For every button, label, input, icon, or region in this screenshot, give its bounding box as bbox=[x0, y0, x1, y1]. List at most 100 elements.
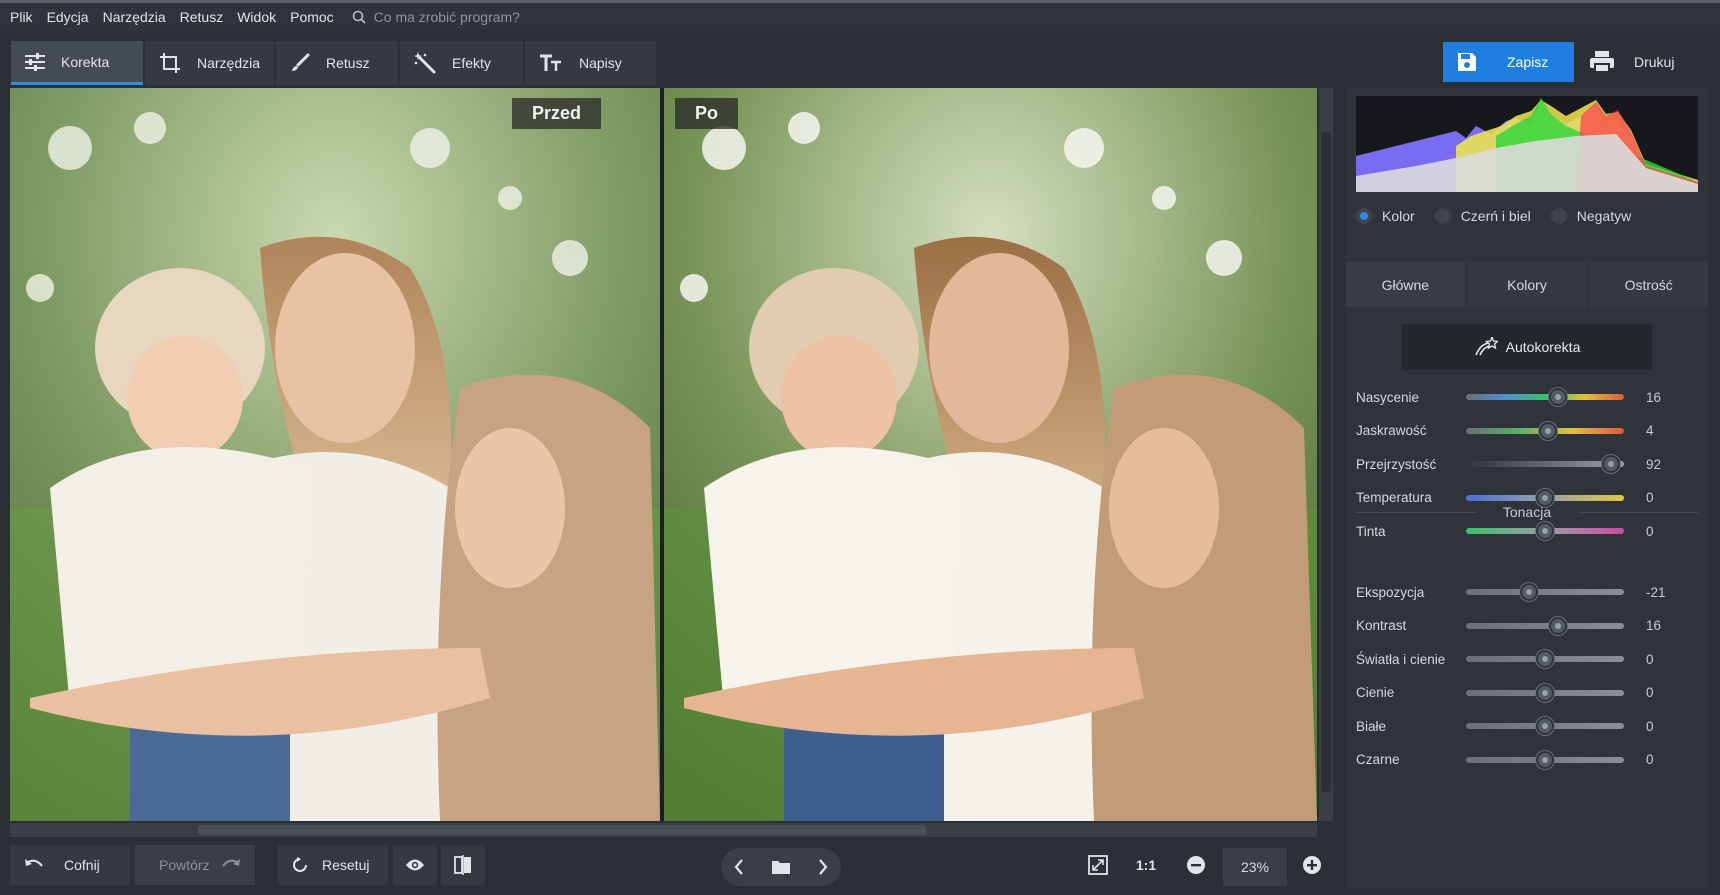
search-icon bbox=[352, 10, 366, 24]
horizontal-scroll-thumb[interactable] bbox=[198, 825, 926, 835]
compare-button[interactable] bbox=[441, 845, 485, 885]
tone-slider-label: Czarne bbox=[1356, 752, 1400, 767]
tab-retusz-label: Retusz bbox=[326, 55, 370, 71]
tone-slider-track[interactable] bbox=[1466, 683, 1624, 702]
eye-icon bbox=[406, 859, 424, 871]
tab-efekty-label: Efekty bbox=[452, 55, 491, 71]
tone-slider-knob[interactable] bbox=[1536, 717, 1554, 735]
minus-circle-icon bbox=[1187, 856, 1205, 874]
reset-button[interactable]: Resetuj bbox=[278, 845, 388, 885]
tone-slider-row: Kontrast 16 bbox=[1356, 615, 1696, 637]
tab-narzedzia[interactable]: Narzędzia bbox=[145, 41, 274, 85]
help-search[interactable]: Co ma zrobić program? bbox=[352, 9, 520, 25]
chevron-right-icon[interactable] bbox=[818, 859, 828, 875]
main-slider-track[interactable] bbox=[1466, 388, 1624, 406]
main-slider-label: Tinta bbox=[1356, 523, 1386, 539]
main-slider-track[interactable] bbox=[1466, 488, 1624, 507]
tab-korekta-label: Korekta bbox=[61, 53, 110, 70]
tone-slider-knob[interactable] bbox=[1520, 583, 1539, 601]
tab-efekty[interactable]: Efekty bbox=[400, 41, 523, 85]
tone-slider-track[interactable] bbox=[1466, 616, 1624, 635]
tone-slider-track[interactable] bbox=[1466, 650, 1624, 668]
printer-icon bbox=[1590, 51, 1614, 73]
tone-slider-row: Światła i cienie 0 bbox=[1356, 648, 1696, 670]
radio-negatyw[interactable] bbox=[1550, 208, 1567, 224]
search-input[interactable]: Co ma zrobić program? bbox=[374, 9, 520, 25]
tone-slider-track[interactable] bbox=[1466, 717, 1624, 735]
zoom-in-button[interactable] bbox=[1292, 845, 1332, 885]
floppy-disk-icon bbox=[1458, 53, 1476, 71]
auto-correct-button[interactable]: Autokorekta bbox=[1402, 324, 1652, 370]
folder-icon[interactable] bbox=[771, 859, 791, 875]
radio-czern-i-biel[interactable] bbox=[1434, 208, 1451, 224]
tone-slider-knob[interactable] bbox=[1548, 616, 1567, 635]
tone-slider-knob[interactable] bbox=[1536, 650, 1554, 668]
tone-slider-knob[interactable] bbox=[1536, 750, 1554, 769]
undo-icon bbox=[25, 859, 43, 867]
main-slider-track[interactable] bbox=[1466, 522, 1624, 540]
main-slider-knob[interactable] bbox=[1548, 388, 1567, 406]
mode-czern-i-biel[interactable]: Czerń i biel bbox=[1434, 208, 1531, 224]
mode-kolor-label: Kolor bbox=[1382, 208, 1415, 224]
tone-slider-label: Kontrast bbox=[1356, 618, 1407, 633]
tab-kolory[interactable]: Kolory bbox=[1467, 262, 1587, 307]
tab-ostrosc[interactable]: Ostrość bbox=[1589, 262, 1709, 307]
vertical-scrollbar[interactable] bbox=[1319, 88, 1333, 821]
mode-kolor[interactable]: Kolor bbox=[1356, 208, 1415, 224]
main-slider-row: Przejrzystość 92 bbox=[1356, 453, 1696, 475]
tone-slider-track[interactable] bbox=[1466, 583, 1624, 601]
magic-sparkle-icon bbox=[1474, 337, 1498, 356]
zoom-value[interactable]: 23% bbox=[1223, 848, 1287, 886]
menu-pomoc[interactable]: Pomoc bbox=[290, 9, 334, 25]
auto-correct-label: Autokorekta bbox=[1505, 339, 1581, 355]
file-navigation bbox=[721, 848, 841, 886]
tab-retusz[interactable]: Retusz bbox=[276, 41, 398, 85]
photo-after[interactable]: Po bbox=[664, 88, 1317, 821]
tone-slider-track[interactable] bbox=[1466, 750, 1624, 769]
tone-slider-knob[interactable] bbox=[1536, 683, 1554, 702]
tab-napisy[interactable]: Napisy bbox=[525, 41, 656, 85]
menu-plik[interactable]: Plik bbox=[10, 9, 33, 25]
main-slider-label: Temperatura bbox=[1356, 490, 1432, 505]
main-slider-knob[interactable] bbox=[1539, 421, 1558, 440]
actual-size-button[interactable]: 1:1 bbox=[1124, 845, 1168, 885]
tab-korekta[interactable]: Korekta bbox=[11, 41, 143, 85]
horizontal-scrollbar[interactable] bbox=[10, 823, 1317, 837]
section-divider-right bbox=[1578, 512, 1698, 513]
radio-kolor[interactable] bbox=[1356, 208, 1372, 224]
plus-circle-icon bbox=[1303, 856, 1321, 874]
zoom-out-button[interactable] bbox=[1176, 845, 1216, 885]
tab-glowne[interactable]: Główne bbox=[1346, 262, 1465, 307]
main-slider-knob[interactable] bbox=[1536, 522, 1554, 540]
color-mode-group: Kolor Czerń i biel Negatyw bbox=[1356, 208, 1651, 224]
menu-narzedzia[interactable]: Narzędzia bbox=[103, 9, 166, 25]
undo-button[interactable]: Cofnij bbox=[10, 845, 130, 885]
print-button[interactable]: Drukuj bbox=[1576, 42, 1706, 82]
vertical-scroll-thumb[interactable] bbox=[1321, 132, 1331, 792]
fit-screen-button[interactable] bbox=[1076, 845, 1120, 885]
main-slider-knob[interactable] bbox=[1602, 455, 1621, 473]
main-slider-track[interactable] bbox=[1466, 421, 1624, 440]
menu-edycja[interactable]: Edycja bbox=[47, 9, 89, 25]
preview-toggle-button[interactable] bbox=[393, 845, 437, 885]
histogram bbox=[1356, 96, 1698, 192]
print-label: Drukuj bbox=[1634, 54, 1675, 70]
photo-before[interactable]: Przed bbox=[10, 88, 660, 821]
redo-button[interactable]: Powtórz bbox=[135, 845, 255, 885]
reset-label: Resetuj bbox=[322, 857, 370, 873]
text-icon bbox=[540, 54, 561, 71]
mode-negatyw[interactable]: Negatyw bbox=[1550, 208, 1631, 224]
chevron-left-icon[interactable] bbox=[734, 859, 744, 875]
menu-widok[interactable]: Widok bbox=[237, 9, 276, 25]
mode-czern-i-biel-label: Czerń i biel bbox=[1460, 208, 1531, 224]
tone-slider-row: Czarne 0 bbox=[1356, 749, 1696, 771]
menu-retusz[interactable]: Retusz bbox=[180, 9, 224, 25]
tab-napisy-label: Napisy bbox=[579, 55, 622, 71]
main-slider-label: Jaskrawość bbox=[1356, 423, 1427, 438]
tone-slider-value: 0 bbox=[1646, 651, 1654, 667]
main-slider-label: Przejrzystość bbox=[1356, 456, 1437, 472]
main-slider-track[interactable] bbox=[1466, 455, 1624, 473]
compare-icon bbox=[454, 855, 471, 875]
save-button[interactable]: Zapisz bbox=[1443, 42, 1574, 82]
after-label: Po bbox=[675, 98, 739, 129]
